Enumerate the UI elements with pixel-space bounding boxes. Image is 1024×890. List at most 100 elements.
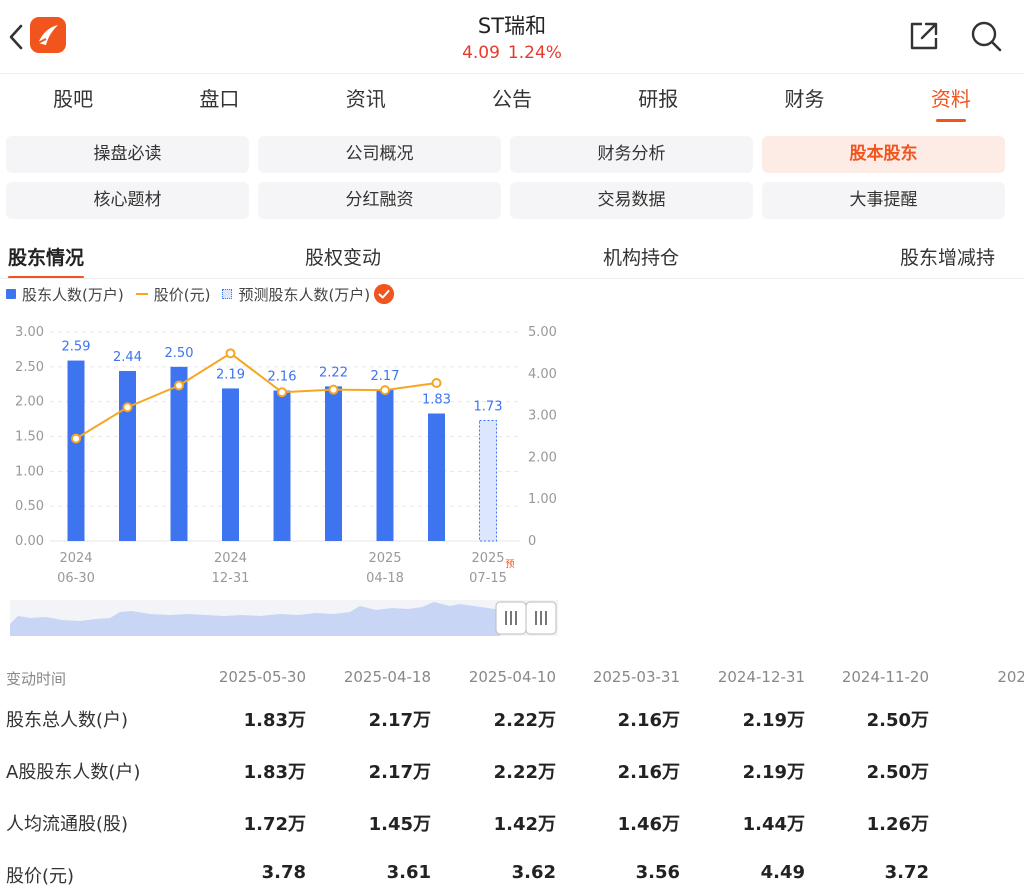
- search-icon[interactable]: [968, 18, 1004, 54]
- price-point: [71, 433, 81, 444]
- y-tick-left: 1.50: [15, 430, 44, 445]
- y-tick-left: 2.50: [15, 360, 44, 375]
- section-button-4[interactable]: 核心题材: [6, 182, 249, 219]
- x-tick-year: 2025: [471, 551, 504, 566]
- table-cell: 4.49: [760, 862, 805, 883]
- table-cell: 3.78: [261, 862, 306, 883]
- main-tab-6[interactable]: 资料: [878, 74, 1024, 126]
- bar-value-label: 2.59: [62, 340, 91, 355]
- table-cell: 3.61: [386, 862, 431, 883]
- bar-value-label: 1.83: [422, 393, 451, 408]
- table-row: 股价(元)3.783.613.623.564.493.723: [0, 816, 1024, 887]
- chart-legend: 股东人数(万户) 股价(元) 预测股东人数(万户): [6, 281, 406, 307]
- bar: [273, 390, 291, 541]
- holders-table: 变动时间 2025-05-30 2025-04-18 2025-04-10 2025-0…: [0, 660, 1024, 887]
- x-tick-date: 07-15: [469, 571, 507, 586]
- section-button-1[interactable]: 公司概况: [258, 136, 501, 173]
- legend-bar-swatch: [6, 289, 16, 299]
- main-tab-1[interactable]: 盘口: [146, 74, 292, 126]
- stock-change-pct: 1.24%: [507, 43, 562, 63]
- bar-value-label: 2.16: [268, 370, 297, 385]
- predicted-mark: 预: [505, 559, 514, 570]
- section-button-0[interactable]: 操盘必读: [6, 136, 249, 173]
- legend-price[interactable]: 股价(元): [135, 284, 211, 305]
- bar: [119, 371, 136, 541]
- legend-price-label: 股价(元): [153, 285, 211, 304]
- section-button-6[interactable]: 交易数据: [510, 182, 753, 219]
- table-cell: 3.56: [635, 862, 680, 883]
- chart-range-scrubber[interactable]: [10, 600, 558, 636]
- share-icon[interactable]: [906, 18, 942, 54]
- legend-predicted[interactable]: 预测股东人数(万户): [222, 284, 395, 305]
- table-row: 股东总人数(户)1.83万2.17万2.22万2.16万2.19万2.50万2.…: [0, 660, 1024, 731]
- section-button-7[interactable]: 大事提醒: [762, 182, 1005, 219]
- header: ST瑞和 4.09 1.24%: [0, 0, 1024, 74]
- subtab-holders[interactable]: 股东情况: [8, 243, 85, 279]
- subtab-institutions[interactable]: 机构持仓: [603, 243, 679, 270]
- price-point: [174, 380, 184, 391]
- legend-line-swatch: [135, 293, 148, 295]
- legend-holders[interactable]: 股东人数(万户): [6, 284, 124, 305]
- bar-value-label: 2.19: [216, 367, 245, 382]
- table-row: 人均流通股(股)1.72万1.45万1.42万1.46万1.44万1.26万1.…: [0, 764, 1024, 835]
- price-point: [277, 387, 287, 398]
- x-tick-date: 04-18: [366, 571, 404, 586]
- bar-predicted: [479, 419, 497, 542]
- main-tab-3[interactable]: 公告: [439, 74, 585, 126]
- legend-predicted-label: 预测股东人数(万户): [238, 285, 371, 304]
- bar: [325, 386, 342, 541]
- section-button-2[interactable]: 财务分析: [510, 136, 753, 173]
- bar-value-label: 2.22: [319, 365, 348, 380]
- y-tick-right: 5.00: [528, 325, 557, 340]
- y-tick-right: 0: [528, 534, 536, 549]
- bar-value-label: 2.50: [165, 346, 194, 361]
- stock-name: ST瑞和: [477, 14, 547, 38]
- x-tick-date: 06-30: [57, 571, 95, 586]
- stock-quote: 4.09 1.24%: [0, 43, 1024, 63]
- section-button-grid: 操盘必读 公司概况 财务分析 股本股东核心题材 分红融资 交易数据 大事提醒: [6, 136, 1005, 219]
- y-tick-left: 2.00: [15, 395, 44, 410]
- bar: [170, 366, 188, 541]
- bar: [428, 413, 445, 541]
- subtab-divider: [0, 278, 1024, 279]
- price-point: [431, 377, 442, 388]
- main-tab-5[interactable]: 财务: [731, 74, 877, 126]
- legend-holders-label: 股东人数(万户): [22, 285, 124, 304]
- bar: [67, 360, 85, 541]
- subtab-holder-changes[interactable]: 股东增减持: [900, 243, 995, 270]
- y-tick-right: 4.00: [528, 367, 557, 382]
- y-tick-left: 0.00: [15, 534, 44, 549]
- section-button-3[interactable]: 股本股东: [762, 136, 1005, 173]
- bar: [376, 389, 394, 541]
- sub-tabs: 股东情况 股权变动 机构持仓 股东增减持: [0, 238, 1024, 279]
- check-icon[interactable]: [374, 284, 395, 304]
- table-cell: 3.72: [884, 862, 929, 883]
- x-tick-year: 2025: [368, 551, 401, 566]
- x-tick-date: 12-31: [212, 571, 250, 586]
- price-point: [122, 402, 133, 413]
- x-tick-year: 2024: [214, 551, 247, 566]
- main-tab-2[interactable]: 资讯: [293, 74, 439, 126]
- table-row-label: 股价(元): [6, 866, 75, 887]
- price-point: [380, 385, 390, 396]
- table-cell: 3.62: [511, 862, 556, 883]
- y-tick-left: 0.50: [15, 499, 44, 514]
- bar-value-label: 2.44: [113, 350, 142, 365]
- y-tick-left: 3.00: [15, 325, 44, 340]
- subtab-equity-change[interactable]: 股权变动: [305, 243, 381, 270]
- legend-predicted-swatch: [222, 289, 233, 299]
- holders-chart: 3.00 2.50 2.00 1.50 1.00 0.50 0.00 5.00 4.00 3.00…: [15, 325, 557, 586]
- y-tick-right: 1.00: [528, 492, 557, 507]
- main-tab-0[interactable]: 股吧: [0, 74, 146, 126]
- price-point: [328, 384, 339, 395]
- main-tab-4[interactable]: 研报: [585, 74, 731, 126]
- price-point: [225, 348, 236, 359]
- section-button-5[interactable]: 分红融资: [258, 182, 501, 219]
- main-tabs: 股吧 盘口 资讯 公告 研报 财务 资料: [0, 74, 1024, 126]
- x-tick-year: 2024: [59, 551, 92, 566]
- stock-price: 4.09: [462, 43, 500, 63]
- bar: [222, 388, 239, 541]
- y-tick-right: 3.00: [528, 409, 557, 424]
- bar-value-label: 1.73: [474, 399, 503, 414]
- y-tick-left: 1.00: [15, 464, 44, 479]
